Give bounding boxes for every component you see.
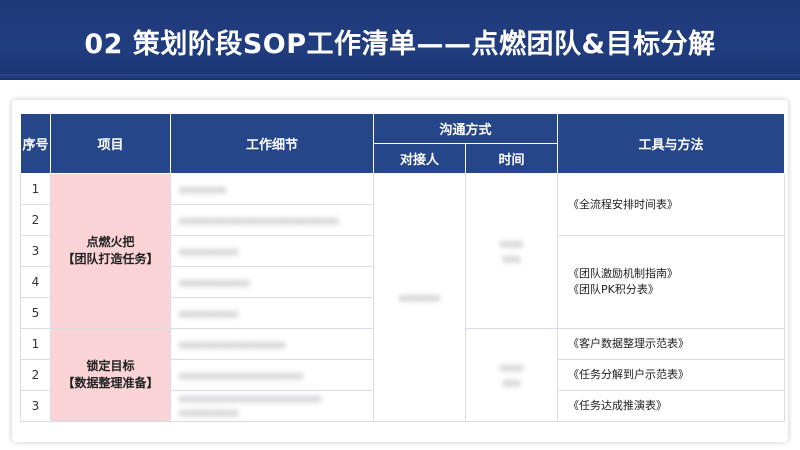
blurred-text: xxxxxxxxxxxxxxxxxxxxxxxx — [179, 394, 322, 405]
detail-cell: xxxxxxxxxxxxxxxxxxxxxxxx xxxxxxxxxx — [170, 390, 374, 422]
tool-name: 《任务分解到户示范表》 — [568, 368, 690, 381]
blurred-text: xxxxxxxx — [179, 184, 227, 196]
row-number: 2 — [20, 359, 51, 391]
blurred-text: xxxxxxxxxxxxxxxxxx — [179, 339, 286, 351]
project-cell: 锁定目标 【数据整理准备】 — [50, 328, 171, 422]
page-title: 02 策划阶段SOP工作清单——点燃团队&目标分解 — [84, 29, 716, 60]
tools-cell: 《任务达成推演表》 — [557, 390, 786, 422]
row-number: 2 — [20, 204, 51, 236]
tool-name: 《客户数据整理示范表》 — [568, 337, 690, 350]
detail-cell: xxxxxxxxxxxx — [170, 266, 374, 298]
detail-cell: xxxxxxxxxxxxxxxxxxxxxxxxxxx — [170, 204, 374, 236]
contact-cell: xxxxxxx — [373, 173, 466, 422]
header-detail: 工作细节 — [170, 113, 374, 174]
project-name: 锁定目标 — [86, 359, 135, 373]
project-task: 【数据整理准备】 — [62, 376, 159, 390]
blurred-text: xxxxxxxxxx — [179, 246, 239, 258]
blurred-text: xxx — [502, 254, 521, 265]
tool-name: 《任务达成推演表》 — [568, 399, 668, 412]
tools-cell: 《任务分解到户示范表》 — [557, 359, 786, 391]
detail-cell: xxxxxxxxxxxxxxxxxxxxx — [170, 359, 374, 391]
project-task: 【团队打造任务】 — [62, 252, 159, 266]
header-tools: 工具与方法 — [557, 113, 786, 174]
tools-cell: 《客户数据整理示范表》 — [557, 328, 786, 360]
time-cell: xxxx xxx — [464, 173, 559, 329]
row-number: 3 — [20, 235, 51, 267]
project-name: 点燃火把 — [86, 235, 135, 249]
row-number: 5 — [20, 297, 51, 329]
project-cell: 点燃火把 【团队打造任务】 — [50, 173, 171, 329]
header-seq: 序号 — [20, 113, 51, 174]
tool-name: 《团队激励机制指南》 — [568, 267, 679, 280]
row-number: 1 — [20, 328, 51, 360]
blurred-text: xxxxxxxxxx — [179, 408, 239, 419]
header-communication: 沟通方式 — [372, 113, 559, 144]
row-number: 3 — [20, 390, 51, 422]
blurred-text: xxxxxxx — [398, 293, 441, 304]
tools-cell: 《全流程安排时间表》 — [557, 173, 786, 236]
detail-cell: xxxxxxxx — [170, 173, 374, 205]
tools-cell: 《团队激励机制指南》 《团队PK积分表》 — [557, 235, 786, 329]
header-contact: 对接人 — [373, 143, 466, 174]
blurred-text: xxxxxxxxxx — [179, 308, 239, 320]
header-time: 时间 — [464, 143, 559, 174]
detail-cell: xxxxxxxxxxxxxxxxxx — [170, 328, 374, 360]
blurred-text: xxxxxxxxxxxx — [179, 277, 251, 289]
row-number: 4 — [20, 266, 51, 298]
tool-name: 《全流程安排时间表》 — [568, 197, 679, 211]
sop-table: 序号 项目 工作细节 沟通方式 工具与方法 对接人 时间 1 点燃火把 【团队打… — [20, 113, 786, 422]
time-cell: xxxx xxx — [464, 328, 559, 422]
tool-name: 《团队PK积分表》 — [568, 283, 659, 296]
detail-cell: xxxxxxxxxx — [170, 235, 374, 267]
blurred-text: xxxxxxxxxxxxxxxxxxxxxxxxxxx — [179, 215, 339, 227]
blurred-text: xxxx — [499, 239, 524, 250]
row-number: 1 — [20, 173, 51, 205]
detail-cell: xxxxxxxxxx — [170, 297, 374, 329]
blurred-text: xxxx — [499, 363, 524, 374]
blurred-text: xxxxxxxxxxxxxxxxxxxxx — [179, 370, 304, 382]
blurred-text: xxx — [502, 378, 521, 389]
header-item: 项目 — [50, 113, 171, 174]
table-row: 1 点燃火把 【团队打造任务】 xxxxxxxx xxxxxxx xxxx xx… — [20, 173, 786, 422]
